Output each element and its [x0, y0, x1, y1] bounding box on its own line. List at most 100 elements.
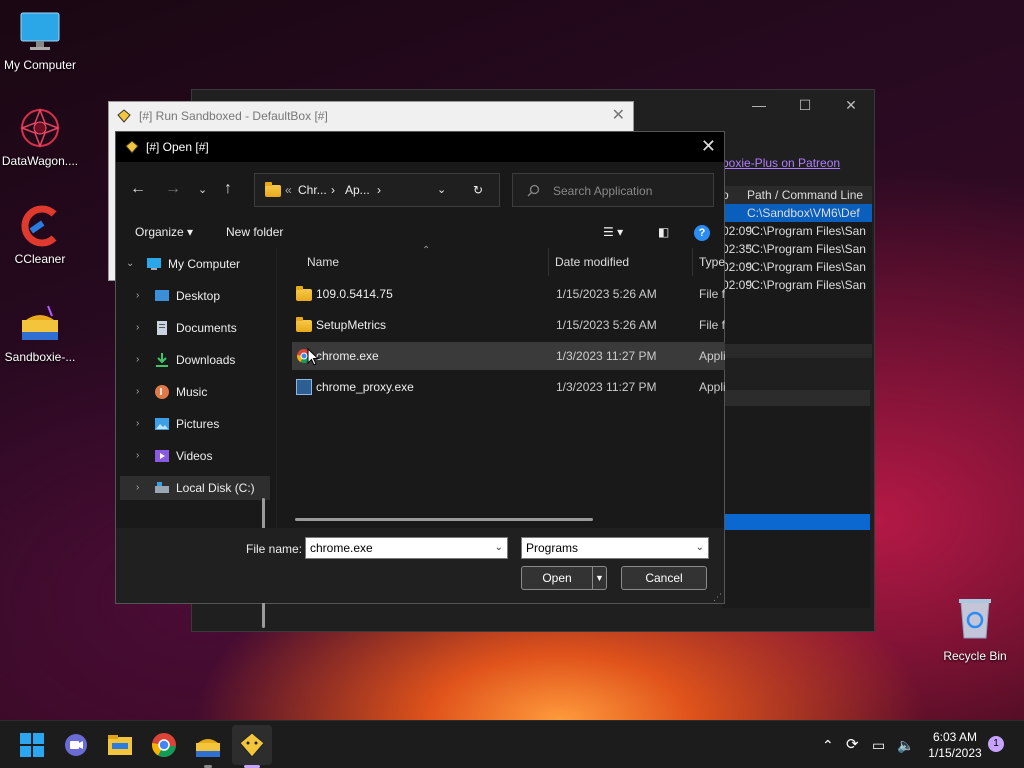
table-row[interactable]: 02:09 "C:\Program Files\San	[722, 276, 872, 294]
file-type-select[interactable]: Programs ⌄	[521, 537, 709, 559]
desktop-icon-ccleaner[interactable]: CCleaner	[0, 204, 80, 266]
table-row[interactable]: 02:35 "C:\Program Files\San	[722, 240, 872, 258]
file-name-label: File name:	[246, 542, 303, 556]
column-date-modified[interactable]: Date modified	[555, 255, 629, 269]
view-options-icon[interactable]: ☰ ▾	[603, 225, 623, 239]
chrome-icon[interactable]	[148, 729, 180, 761]
chevron-right-icon: ›	[136, 322, 140, 333]
search-box[interactable]: Search Application	[512, 173, 714, 207]
dialog-title: [#] Open [#]	[146, 140, 209, 154]
desktop-icon-recycle-bin[interactable]: Recycle Bin	[943, 596, 1007, 663]
horizontal-scrollbar[interactable]	[722, 344, 872, 358]
videos-icon	[155, 450, 169, 462]
desktop-icon-sandboxie[interactable]: Sandboxie-...	[0, 302, 80, 364]
volume-icon[interactable]: 🔈	[897, 721, 914, 768]
search-placeholder: Search Application	[553, 184, 653, 198]
column-type[interactable]: Type	[699, 255, 725, 269]
back-icon[interactable]: ←	[130, 180, 146, 198]
chevron-down-icon[interactable]: ⌄	[495, 538, 503, 558]
music-icon	[155, 385, 169, 399]
tree-item-local-disk[interactable]: › Local Disk (C:)	[120, 476, 270, 500]
new-folder-button[interactable]: New folder	[226, 225, 283, 239]
table-row[interactable]: 02:09 "C:\Program Files\San	[722, 258, 872, 276]
column-header: Name ⌃ Date modified Type	[277, 245, 725, 276]
table-row[interactable]: C:\Sandbox\VM6\Def	[722, 204, 872, 222]
chevron-right-icon: ›	[136, 418, 140, 429]
lower-panel	[722, 390, 870, 608]
notification-badge[interactable]: 1	[988, 736, 1004, 752]
tree-item-desktop[interactable]: › Desktop	[116, 284, 266, 308]
tree-item-videos[interactable]: › Videos	[116, 444, 266, 468]
table-row[interactable]: 02:09 "C:\Program Files\San	[722, 222, 872, 240]
file-explorer-icon[interactable]	[104, 729, 136, 761]
recycle-bin-icon	[959, 599, 991, 639]
drive-icon	[155, 482, 169, 493]
tree-item-my-computer[interactable]: ⌄ My Computer	[116, 252, 266, 276]
help-icon[interactable]: ?	[694, 225, 710, 241]
datawagon-icon	[18, 106, 62, 150]
start-icon[interactable]	[16, 729, 48, 761]
minimize-icon[interactable]: —	[736, 90, 782, 120]
ccleaner-icon	[18, 204, 62, 248]
sandboxie-icon[interactable]	[192, 729, 224, 761]
download-icon	[156, 353, 168, 367]
chevron-right-icon: ›	[136, 450, 140, 461]
close-icon[interactable]: ✕	[701, 136, 716, 157]
split-dropdown-icon[interactable]: ▼	[592, 567, 606, 589]
open-button[interactable]: Open ▼	[521, 566, 607, 590]
folder-icon	[265, 182, 281, 197]
file-row[interactable]: chrome_proxy.exe 1/3/2023 11:27 PM Appli…	[292, 373, 725, 401]
sort-ascending-icon: ⌃	[422, 245, 431, 256]
horizontal-scrollbar[interactable]	[295, 518, 593, 521]
patreon-link[interactable]: boxie-Plus on Patreon	[722, 156, 840, 170]
maximize-icon[interactable]: ☐	[782, 90, 828, 120]
title-bar: [#] Open [#] ✕	[116, 132, 724, 162]
file-row[interactable]: 109.0.5414.75 1/15/2023 5:26 AM File fol…	[292, 280, 725, 308]
tree-item-downloads[interactable]: › Downloads	[116, 348, 266, 372]
sandboxie-boxed-icon[interactable]	[236, 729, 268, 761]
chevron-right-icon: ›	[136, 386, 140, 397]
cancel-button[interactable]: Cancel	[621, 566, 707, 590]
chevron-down-icon[interactable]: ⌄	[437, 183, 446, 196]
file-name-input[interactable]: chrome.exe ⌄	[305, 537, 508, 559]
sync-icon[interactable]: ⟳	[846, 721, 859, 768]
recent-locations-icon[interactable]: ⌄	[198, 183, 207, 196]
desktop-icon	[155, 290, 169, 301]
desktop-icon-label: My Computer	[3, 58, 77, 72]
taskbar: ⌃ ⟳ ▭ 🔈 6:03 AM 1/15/2023	[0, 720, 1024, 768]
file-row[interactable]: SetupMetrics 1/15/2023 5:26 AM File fold…	[292, 311, 725, 339]
tree-item-pictures[interactable]: › Pictures	[116, 412, 266, 436]
folder-icon	[296, 286, 312, 301]
application-icon	[296, 379, 312, 395]
sandboxie-icon	[117, 109, 131, 123]
resize-grip-icon[interactable]: ⋰	[713, 592, 722, 603]
up-icon[interactable]: ↑	[224, 180, 232, 198]
chevron-right-icon: ›	[136, 354, 140, 365]
monitor-icon	[147, 258, 161, 270]
close-icon[interactable]: ✕	[828, 90, 874, 120]
tree-item-music[interactable]: › Music	[116, 380, 266, 404]
window-title: [#] Run Sandboxed - DefaultBox [#]	[139, 109, 328, 123]
network-icon[interactable]: ▭	[872, 721, 885, 768]
desktop-icon-datawagon[interactable]: DataWagon....	[0, 106, 80, 168]
selected-row[interactable]	[722, 514, 870, 530]
desktop-icon-my-computer[interactable]: My Computer	[0, 10, 80, 72]
tree-item-documents[interactable]: › Documents	[116, 316, 266, 340]
file-row-selected[interactable]: chrome.exe 1/3/2023 11:27 PM Application	[292, 342, 725, 370]
column-name[interactable]: Name	[307, 255, 339, 269]
close-icon[interactable]: ✕	[612, 102, 625, 130]
chevron-up-icon[interactable]: ⌃	[822, 721, 834, 768]
forward-icon[interactable]: →	[165, 180, 181, 198]
preview-pane-icon[interactable]: ◧	[658, 225, 669, 239]
system-clock[interactable]: 6:03 AM 1/15/2023	[920, 729, 990, 761]
title-bar: [#] Run Sandboxed - DefaultBox [#] ✕	[109, 102, 633, 130]
organize-button[interactable]: Organize ▾	[135, 225, 193, 239]
address-bar[interactable]: « Chr... › Ap... › ⌄ ↻	[254, 173, 500, 207]
desktop-icon-label: CCleaner	[14, 252, 66, 266]
breadcrumb-chrome[interactable]: Chr...	[298, 183, 327, 197]
chat-icon[interactable]	[60, 729, 92, 761]
refresh-icon[interactable]: ↻	[473, 183, 483, 197]
breadcrumb-application[interactable]: Ap...	[345, 183, 370, 197]
chevron-right-icon: ›	[136, 290, 140, 301]
chevron-down-icon[interactable]: ⌄	[696, 538, 704, 558]
